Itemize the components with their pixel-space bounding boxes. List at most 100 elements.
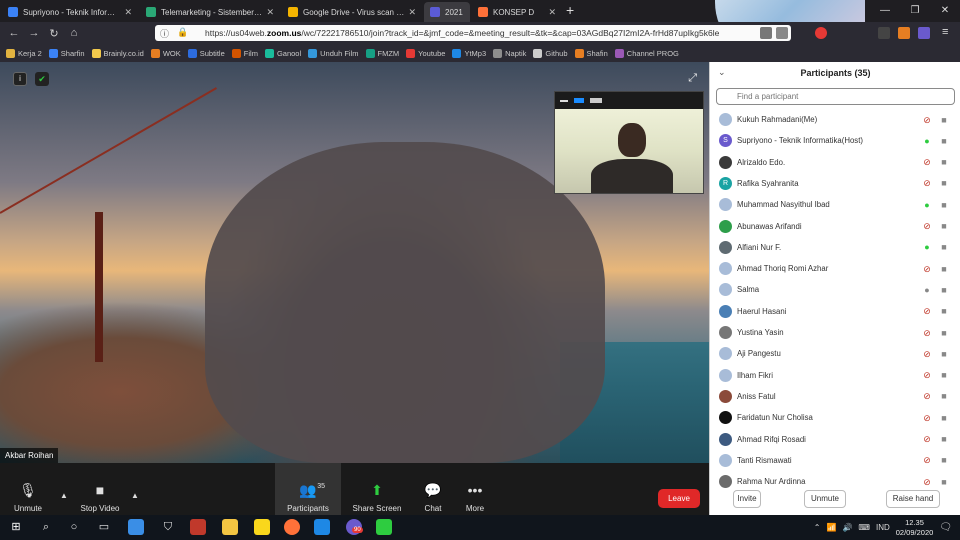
game-app-icon[interactable] [190, 519, 206, 535]
bookmark-item[interactable]: Naptik [493, 48, 526, 58]
bookmark-item[interactable]: Brainly.co.id [91, 48, 144, 58]
speaker-view-icon[interactable] [574, 98, 584, 103]
invite-button[interactable]: Invite [733, 490, 761, 508]
bookmark-star-icon[interactable] [776, 27, 788, 39]
participant-row[interactable]: Aji Pangestu ⊘ ■ [710, 343, 960, 364]
fullscreen-icon[interactable]: ⤢ [688, 72, 697, 85]
vscode-icon[interactable] [314, 519, 330, 535]
participant-row[interactable]: Ahmad Thoriq Romi Azhar ⊘ ■ [710, 258, 960, 279]
pocket-icon[interactable] [760, 27, 772, 39]
participant-row[interactable]: R Rafika Syahranita ⊘ ■ [710, 173, 960, 194]
video-off-icon: ■ [941, 434, 947, 444]
participant-row[interactable]: Faridatun Nur Cholisa ⊘ ■ [710, 407, 960, 428]
mic-icon: ● [924, 242, 930, 253]
participant-row[interactable]: S Supriyono - Teknik Informatika(Host) ● ■ [710, 130, 960, 151]
more-button[interactable]: ••• More [460, 463, 490, 515]
security-shield-icon[interactable]: ⛉ [160, 519, 176, 535]
browser-tab-4[interactable]: 2021 [424, 2, 470, 22]
gallery-view-icon[interactable] [590, 98, 602, 103]
bookmark-item[interactable]: Film [231, 48, 258, 58]
participant-row[interactable]: Haerul Hasani ⊘ ■ [710, 301, 960, 322]
video-options-chevron-icon[interactable]: ▲ [131, 491, 139, 500]
minimize-self-view-icon[interactable] [560, 99, 568, 102]
participant-row[interactable]: Salma ● ■ [710, 279, 960, 300]
bookmark-item[interactable]: FMZM [365, 48, 399, 58]
participant-row[interactable]: Abunawas Arifandi ⊘ ■ [710, 216, 960, 237]
file-explorer-icon[interactable] [222, 519, 238, 535]
volume-icon[interactable]: 🔊 [842, 523, 852, 532]
extension-icon[interactable] [898, 27, 910, 39]
windows-start-icon[interactable]: ⊞ [8, 519, 24, 535]
bookmark-item[interactable]: Unduh Film [308, 48, 359, 58]
participant-row[interactable]: Alfiani Nur F. ● ■ [710, 237, 960, 258]
back-icon[interactable]: ← [4, 27, 24, 39]
participant-row[interactable]: Alrizaldo Edo. ⊘ ■ [710, 152, 960, 173]
task-view-icon[interactable]: ▭ [96, 519, 112, 535]
minimize-icon[interactable]: — [870, 0, 900, 22]
adblock-icon[interactable] [815, 27, 827, 39]
chat-button[interactable]: 💬 Chat [418, 463, 448, 515]
participant-row[interactable]: Muhammad Nasyithul Ibad ● ■ [710, 194, 960, 215]
maximize-icon[interactable]: ❐ [900, 0, 930, 22]
keyboard-icon[interactable]: ⌨ [858, 523, 870, 532]
participant-row[interactable]: Ahmad Rifqi Rosadi ⊘ ■ [710, 429, 960, 450]
browser-tab-5[interactable]: KONSEP D ✕ [472, 2, 562, 22]
bookmark-item[interactable]: Shafin [574, 48, 608, 58]
forward-icon[interactable]: → [24, 27, 44, 39]
bookmark-item[interactable]: Subtitle [187, 48, 225, 58]
participant-row[interactable]: Kukuh Rahmadani(Me) ⊘ ■ [710, 109, 960, 130]
browser-tab-1[interactable]: Supriyono - Teknik Informati ✕ [2, 2, 138, 22]
bookmark-item[interactable]: Youtube [406, 48, 445, 58]
reload-icon[interactable]: ↻ [44, 27, 64, 40]
audio-options-chevron-icon[interactable]: ▲ [60, 491, 68, 500]
bookmark-item[interactable]: Github [533, 48, 568, 58]
search-icon[interactable]: ⌕ [38, 519, 54, 535]
language-indicator[interactable]: IND [876, 523, 890, 532]
bookmark-item[interactable]: WOK [150, 48, 181, 58]
participants-button[interactable]: 👥 35 Participants [275, 463, 341, 515]
cortana-icon[interactable]: ○ [66, 519, 82, 535]
panel-unmute-button[interactable]: Unmute [804, 490, 846, 508]
firefox-icon[interactable] [284, 519, 300, 535]
close-tab-icon[interactable]: ✕ [266, 7, 274, 18]
self-view-window[interactable] [554, 91, 704, 194]
extension-icon[interactable] [878, 27, 890, 39]
new-tab-icon[interactable]: + [566, 2, 574, 18]
home-icon[interactable]: ⌂ [64, 27, 84, 39]
stop-video-button[interactable]: ■ Stop Video [78, 463, 122, 515]
bookmark-item[interactable]: YtMp3 [452, 48, 486, 58]
participant-row[interactable]: Aniss Fatul ⊘ ■ [710, 386, 960, 407]
close-tab-icon[interactable]: ✕ [548, 7, 556, 18]
close-tab-icon[interactable]: ✕ [124, 7, 132, 18]
bookmark-item[interactable]: Channel PROG [614, 48, 679, 58]
sticky-notes-icon[interactable] [254, 519, 270, 535]
participant-row[interactable]: Ilham Fikri ⊘ ■ [710, 365, 960, 386]
browser-tab-3[interactable]: Google Drive - Virus scan warn ✕ [282, 2, 422, 22]
extension-icon[interactable] [918, 27, 930, 39]
bookmark-item[interactable]: Kerja 2 [6, 48, 42, 58]
action-center-icon[interactable]: 🗨 [939, 522, 952, 533]
address-bar[interactable]: https://us04web. zoom.us/wc/72221786510/j… [155, 25, 791, 41]
unmute-button[interactable]: 🎙 Unmute [8, 463, 48, 515]
find-participant-input[interactable] [716, 88, 955, 105]
menu-icon[interactable]: ≡ [942, 26, 948, 38]
site-info-icon[interactable]: ⓘ [160, 27, 169, 40]
leave-button[interactable]: Leave [658, 489, 700, 508]
app-icon[interactable] [128, 519, 144, 535]
meeting-info-icon[interactable]: i [13, 72, 27, 86]
encryption-shield-icon[interactable]: ✔ [35, 72, 49, 86]
raise-hand-button[interactable]: Raise hand [886, 490, 940, 508]
share-screen-button[interactable]: ⬆ Share Screen [352, 463, 402, 515]
participant-row[interactable]: Yustina Yasin ⊘ ■ [710, 322, 960, 343]
clock[interactable]: 12.35 02/09/2020 [896, 518, 934, 538]
participant-row[interactable]: Tanti Rismawati ⊘ ■ [710, 450, 960, 471]
browser-tab-2[interactable]: Telemarketing - Sistemberkah ✕ [140, 2, 280, 22]
close-tab-icon[interactable]: ✕ [408, 7, 416, 18]
network-icon[interactable]: 📶 [826, 523, 836, 532]
close-window-icon[interactable]: ✕ [930, 0, 960, 22]
app-icon[interactable] [376, 519, 392, 535]
show-hidden-icons-chevron-icon[interactable]: ⌃ [814, 523, 821, 532]
participant-row[interactable]: Rahma Nur Ardinna ⊘ ■ [710, 471, 960, 492]
bookmark-item[interactable]: Ganool [264, 48, 301, 58]
bookmark-item[interactable]: Sharfin [48, 48, 85, 58]
